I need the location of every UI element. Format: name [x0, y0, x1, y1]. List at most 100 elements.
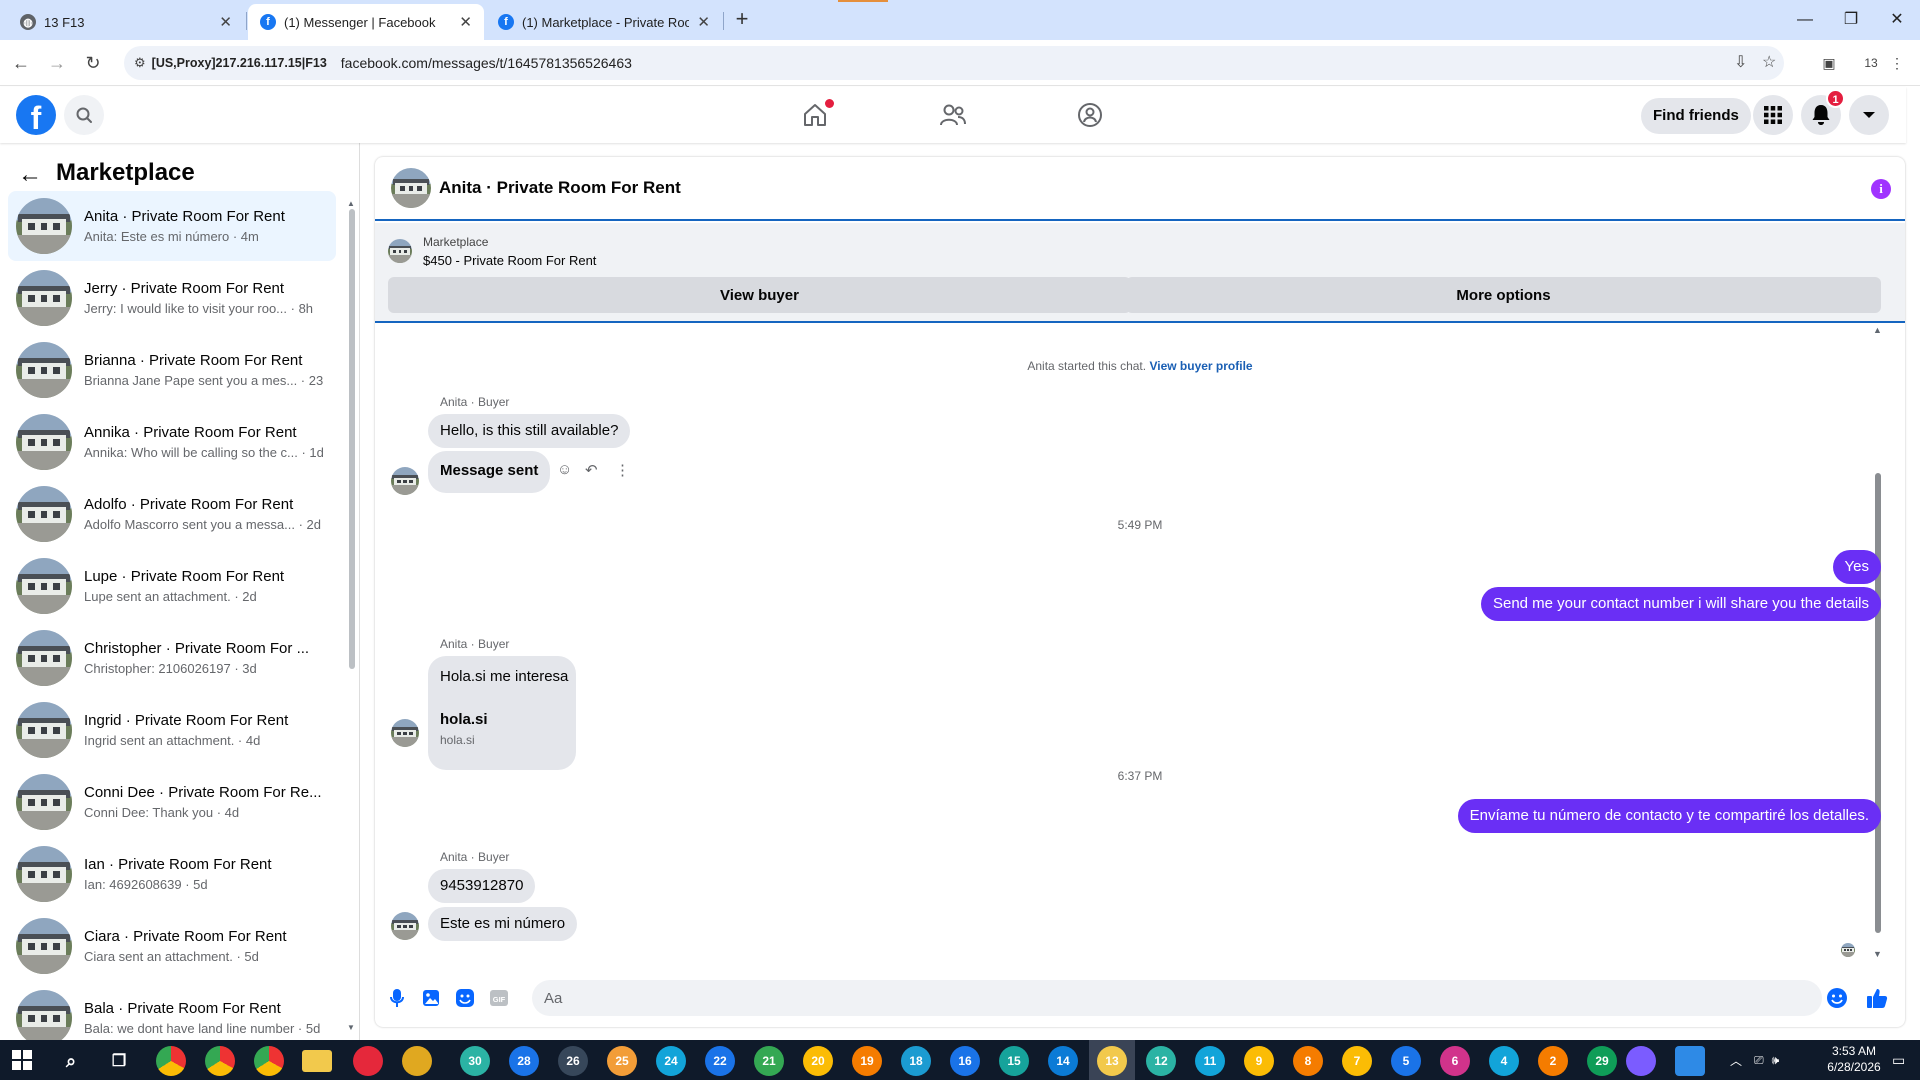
conversation-item[interactable]: Anita · Private Room For Rent Anita: Este…	[8, 191, 336, 261]
chrome-icon[interactable]	[205, 1046, 235, 1076]
menu-button[interactable]	[1753, 95, 1793, 135]
gif-icon[interactable]: GIF	[487, 986, 511, 1010]
taskbar-profile-icon[interactable]: 26	[558, 1046, 588, 1076]
search-icon[interactable]: ⌕	[56, 1046, 86, 1076]
taskbar-profile-icon[interactable]: 2	[1538, 1046, 1568, 1076]
message-input[interactable]	[532, 980, 1822, 1016]
sender-avatar[interactable]	[391, 467, 419, 495]
sticker-icon[interactable]	[453, 986, 477, 1010]
photo-icon[interactable]	[419, 986, 443, 1010]
taskbar-profile-icon[interactable]: 13	[1097, 1046, 1127, 1076]
facebook-logo-icon[interactable]: f	[16, 95, 56, 135]
network-icon[interactable]: ⎚	[1754, 1053, 1764, 1068]
conversation-item[interactable]: Adolfo · Private Room For Rent Adolfo Mas…	[8, 479, 336, 549]
outgoing-message-bubble[interactable]: Envíame tu número de contacto y te compa…	[1457, 799, 1881, 833]
profile-count[interactable]: 13	[1860, 48, 1882, 78]
task-view-icon[interactable]: ❒	[104, 1046, 134, 1076]
taskbar-profile-icon[interactable]: 29	[1587, 1046, 1617, 1076]
chat-title[interactable]: Anita · Private Room For Rent	[439, 178, 681, 198]
more-options-button[interactable]: More options	[1126, 277, 1881, 313]
minimize-icon[interactable]: —	[1782, 6, 1828, 34]
taskbar-profile-icon[interactable]: 19	[852, 1046, 882, 1076]
windows-start-icon[interactable]	[12, 1050, 32, 1070]
chat-scroll-thumb[interactable]	[1875, 473, 1881, 933]
browser-tab-messenger[interactable]: f (1) Messenger | Facebook ✕	[248, 4, 484, 40]
bookmark-star-icon[interactable]: ☆	[1762, 46, 1776, 80]
conversation-item[interactable]: Ian · Private Room For Rent Ian: 46926086…	[8, 839, 336, 909]
scroll-down-icon[interactable]: ▼	[1873, 949, 1882, 959]
taskbar-profile-icon[interactable]: 15	[999, 1046, 1029, 1076]
sidebar-scroll-thumb[interactable]	[349, 209, 355, 669]
taskbar-profile-icon[interactable]: 8	[1293, 1046, 1323, 1076]
message-bubble[interactable]: 9453912870	[428, 869, 536, 903]
reply-icon[interactable]: ↶	[585, 461, 598, 479]
site-settings-icon[interactable]: ⚙	[134, 55, 146, 71]
taskbar-profile-icon[interactable]: 12	[1146, 1046, 1176, 1076]
conversation-item[interactable]: Christopher · Private Room For ... Christ…	[8, 623, 336, 693]
chat-avatar[interactable]	[391, 168, 431, 208]
install-icon[interactable]: ⇩	[1734, 46, 1747, 80]
forward-icon[interactable]: →	[42, 48, 72, 78]
conversation-item[interactable]: Bala · Private Room For Rent Bala: we don…	[8, 983, 336, 1040]
conversation-item[interactable]: Lupe · Private Room For Rent Lupe sent an…	[8, 551, 336, 621]
app-icon[interactable]	[402, 1046, 432, 1076]
close-icon[interactable]: ✕	[219, 13, 232, 31]
app-icon[interactable]	[353, 1046, 383, 1076]
conversation-item[interactable]: Brianna · Private Room For Rent Brianna J…	[8, 335, 336, 405]
conversation-item[interactable]: Ingrid · Private Room For Rent Ingrid sen…	[8, 695, 336, 765]
outgoing-message-bubble[interactable]: Send me your contact number i will share…	[1480, 587, 1881, 621]
groups-nav[interactable]	[1070, 95, 1110, 135]
notification-center-icon[interactable]: ▭	[1892, 1040, 1905, 1080]
close-icon[interactable]: ✕	[459, 13, 472, 31]
message-bubble[interactable]: Hello, is this still available?	[428, 414, 631, 448]
sender-avatar[interactable]	[391, 912, 419, 940]
chevron-up-icon[interactable]: ︿	[1730, 1052, 1742, 1069]
browser-tab-f13[interactable]: ◍ 13 F13 ✕	[8, 4, 244, 40]
taskbar-profile-icon[interactable]: 28	[509, 1046, 539, 1076]
back-arrow-icon[interactable]: ←	[18, 161, 42, 189]
conversation-item[interactable]: Conni Dee · Private Room For Re... Conni …	[8, 767, 336, 837]
scroll-up-icon[interactable]: ▲	[1873, 325, 1882, 335]
emoji-icon[interactable]	[1825, 986, 1849, 1010]
search-button[interactable]	[64, 95, 104, 135]
chrome-icon[interactable]	[156, 1046, 186, 1076]
listing-name[interactable]: $450 - Private Room For Rent	[423, 253, 596, 268]
close-window-icon[interactable]: ✕	[1874, 6, 1920, 34]
url-text[interactable]: facebook.com/messages/t/1645781356526463	[341, 55, 632, 71]
find-friends-button[interactable]: Find friends	[1641, 98, 1751, 134]
address-bar[interactable]: ⚙ [US,Proxy]217.216.117.15|F13 facebook.…	[124, 46, 1784, 80]
taskbar-profile-icon[interactable]: 7	[1342, 1046, 1372, 1076]
taskbar-clock[interactable]: 3:53 AM 6/28/2026	[1822, 1043, 1886, 1075]
friends-nav[interactable]	[933, 95, 973, 135]
sender-avatar[interactable]	[391, 719, 419, 747]
scroll-down-icon[interactable]: ▼	[347, 1023, 355, 1032]
chrome-icon[interactable]	[254, 1046, 284, 1076]
more-actions-icon[interactable]: ⋮	[615, 461, 630, 479]
conversation-item[interactable]: Ciara · Private Room For Rent Ciara sent …	[8, 911, 336, 981]
close-icon[interactable]: ✕	[697, 13, 710, 31]
view-buyer-profile-link[interactable]: View buyer profile	[1149, 359, 1252, 373]
scroll-up-icon[interactable]: ▲	[347, 199, 355, 208]
file-explorer-icon[interactable]	[302, 1050, 332, 1072]
restore-icon[interactable]: ❐	[1828, 6, 1874, 34]
taskbar-profile-icon[interactable]: 16	[950, 1046, 980, 1076]
new-tab-button[interactable]: +	[728, 6, 756, 34]
taskbar-profile-icon[interactable]: 14	[1048, 1046, 1078, 1076]
back-icon[interactable]: ←	[6, 48, 36, 78]
conversation-item[interactable]: Annika · Private Room For Rent Annika: Wh…	[8, 407, 336, 477]
taskbar-profile-icon[interactable]: 4	[1489, 1046, 1519, 1076]
taskbar-profile-icon[interactable]: 25	[607, 1046, 637, 1076]
link-preview-card[interactable]: Hola.si me interesa hola.si hola.si	[428, 656, 576, 770]
taskbar-profile-icon[interactable]: 18	[901, 1046, 931, 1076]
taskbar-profile-icon[interactable]: 20	[803, 1046, 833, 1076]
reload-icon[interactable]: ↻	[78, 48, 108, 78]
thumbs-up-icon[interactable]	[1865, 986, 1889, 1010]
taskbar-profile-icon[interactable]: 22	[705, 1046, 735, 1076]
taskbar-profile-icon[interactable]: 9	[1244, 1046, 1274, 1076]
app-icon[interactable]	[1675, 1046, 1705, 1076]
info-icon[interactable]: i	[1871, 179, 1891, 199]
view-buyer-button[interactable]: View buyer	[388, 277, 1131, 313]
link-title[interactable]: hola.si	[440, 711, 488, 728]
volume-icon[interactable]: 🕪	[1772, 1053, 1780, 1068]
message-bubble[interactable]: Message sent	[428, 451, 551, 493]
